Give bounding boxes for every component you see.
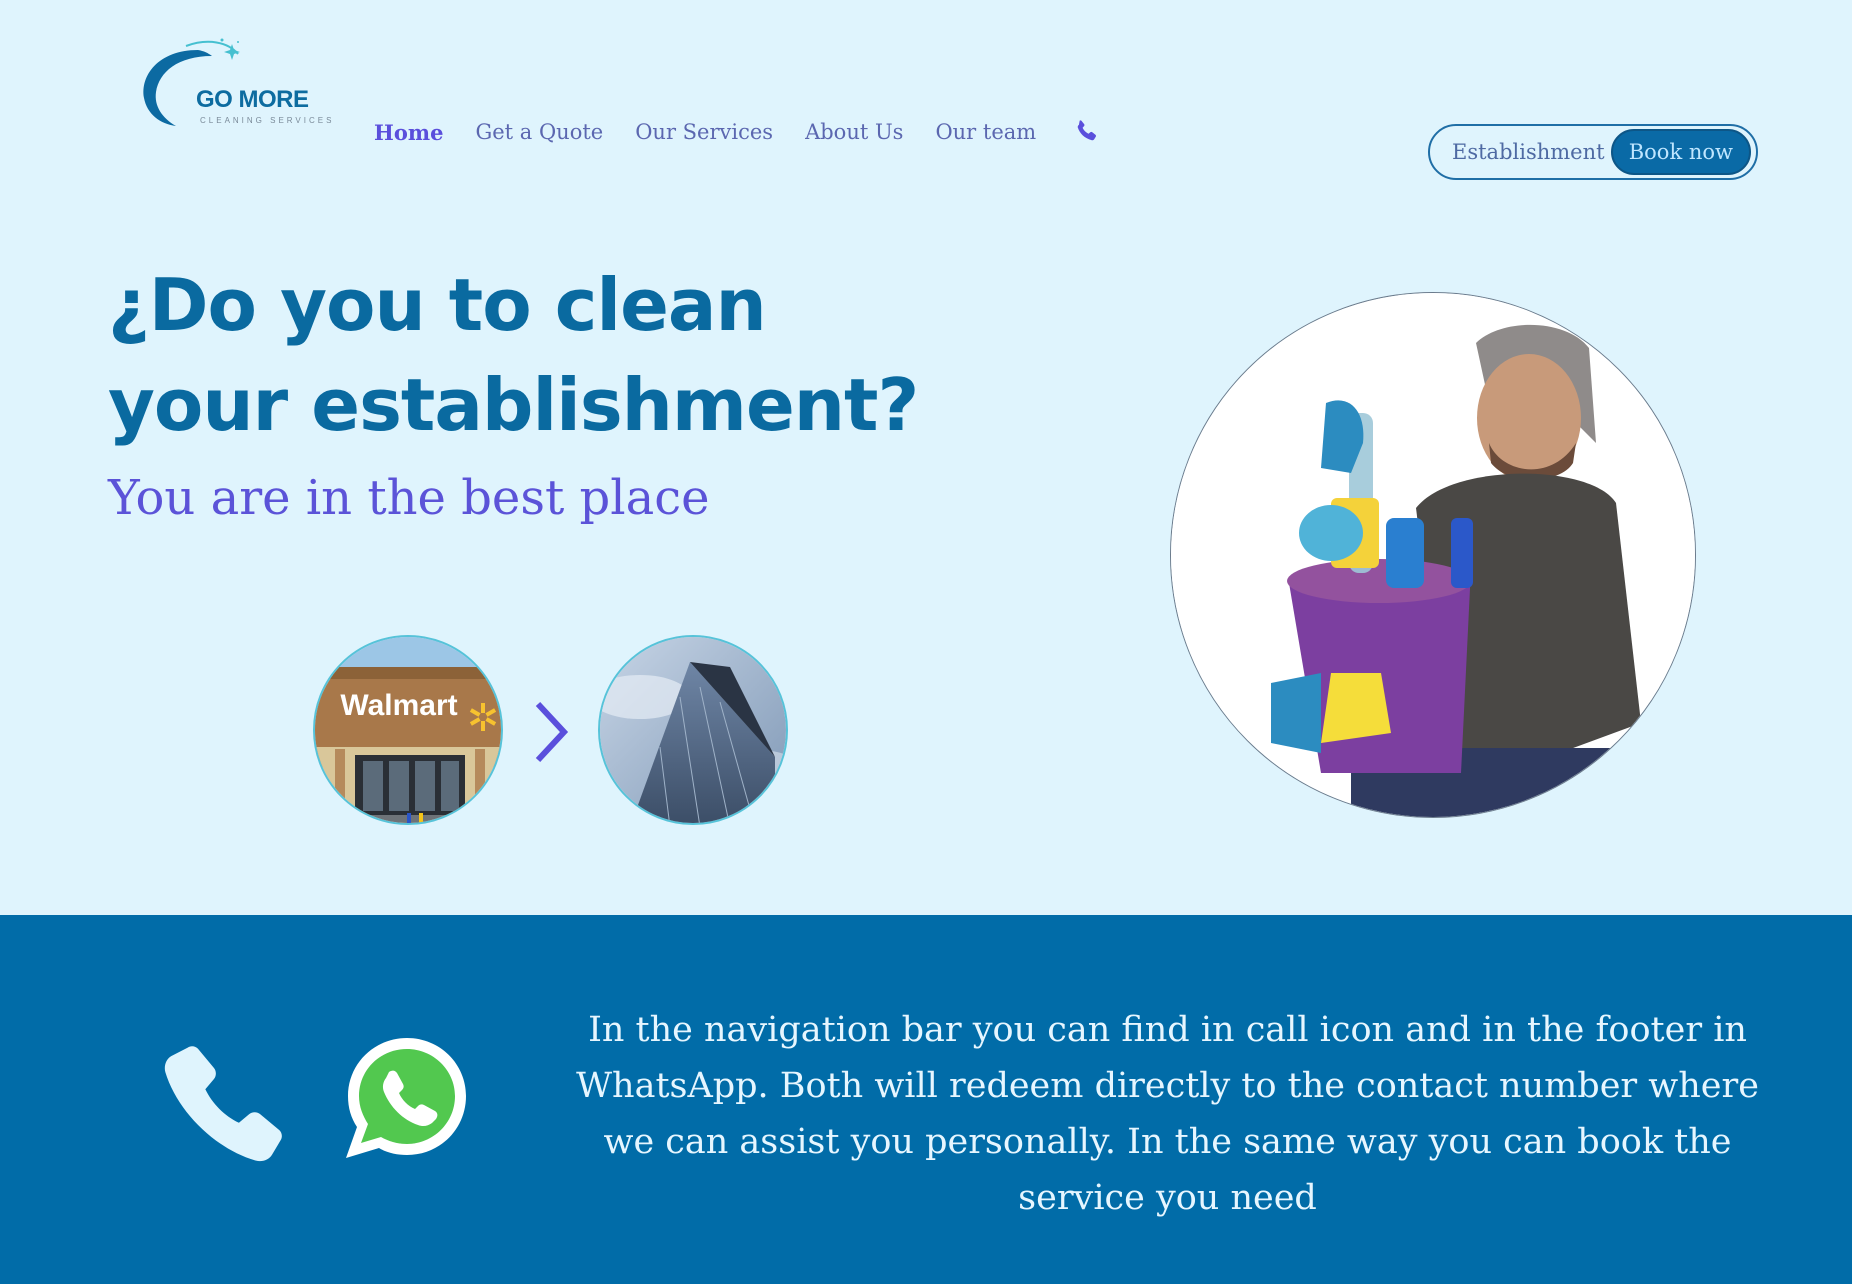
chevron-right-icon[interactable] <box>532 700 572 764</box>
nav-home[interactable]: Home <box>374 120 443 145</box>
phone-icon[interactable] <box>160 1038 288 1166</box>
hero-title-line1: ¿Do you to clean <box>108 263 767 347</box>
hero-title: ¿Do you to clean your establishment? <box>108 255 1008 455</box>
cleaner-photo <box>1170 292 1696 818</box>
nav-about-us[interactable]: About Us <box>805 120 903 144</box>
establishment-button[interactable]: Establishment <box>1452 140 1605 164</box>
nav-our-services[interactable]: Our Services <box>635 120 773 144</box>
nav-get-a-quote[interactable]: Get a Quote <box>475 120 603 144</box>
contact-info-text: In the navigation bar you can find in ca… <box>576 1010 1759 1218</box>
hero-subtitle: You are in the best place <box>108 470 710 526</box>
main-nav: Home Get a Quote Our Services About Us O… <box>374 118 1100 146</box>
hero-title-line2: your establishment? <box>108 363 919 447</box>
logo-tagline: CLEANING SERVICES <box>200 116 335 125</box>
phone-icon[interactable] <box>1072 118 1100 146</box>
logo-name: GO MORE <box>196 86 309 113</box>
walmart-sign: Walmart <box>340 689 457 722</box>
book-now-button[interactable]: Book now <box>1610 129 1751 175</box>
glass-tower-image[interactable] <box>598 635 788 825</box>
whatsapp-icon[interactable] <box>342 1032 472 1162</box>
logo[interactable]: GO MORE CLEANING SERVICES <box>138 36 338 136</box>
cta-pill: Establishment Book now <box>1428 124 1758 180</box>
nav-our-team[interactable]: Our team <box>935 120 1036 144</box>
walmart-store-image[interactable]: Walmart <box>313 635 503 825</box>
